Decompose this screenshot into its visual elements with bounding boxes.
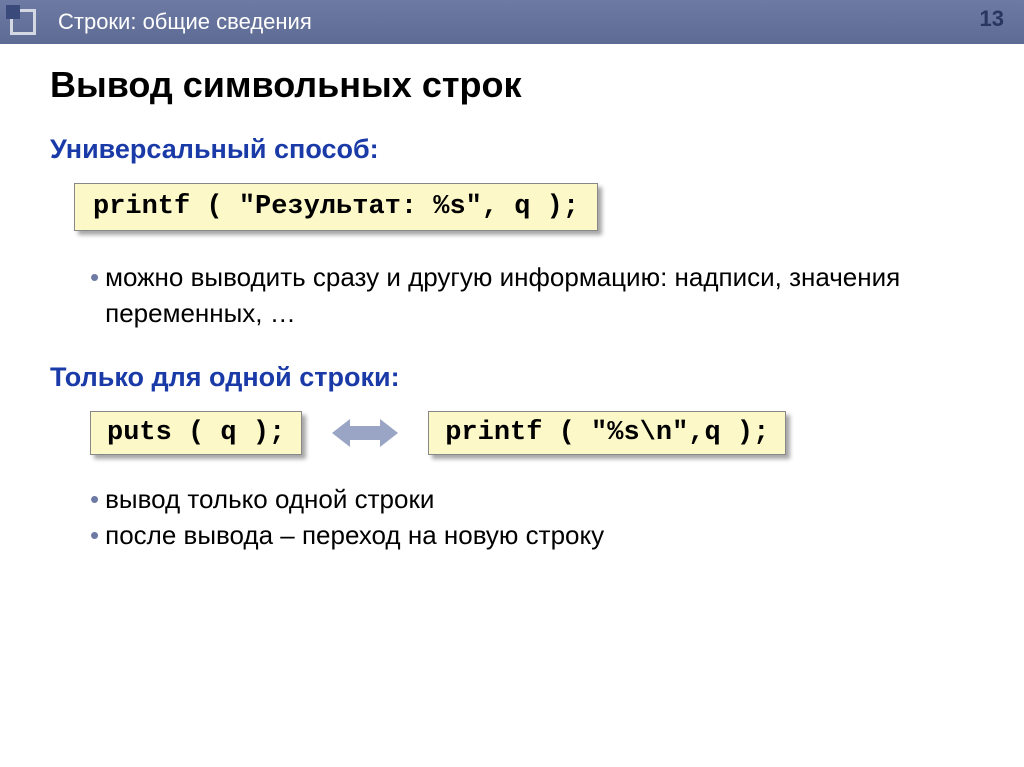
- section1-title: Универсальный способ:: [50, 134, 974, 165]
- list-item: • можно выводить сразу и другую информац…: [90, 259, 974, 332]
- bullet-icon: •: [90, 259, 99, 332]
- slide-header: Строки: общие сведения 13: [0, 0, 1024, 44]
- list-item: • вывод только одной строки: [90, 481, 974, 517]
- code-box-printf: printf ( "Результат: %s", q );: [74, 183, 598, 231]
- page-number: 13: [980, 6, 1004, 32]
- bidirectional-arrow-icon: [332, 419, 398, 447]
- logo-dot-icon: [6, 5, 20, 19]
- slide-content: Вывод символьных строк Универсальный спо…: [0, 44, 1024, 604]
- code-box-puts: puts ( q );: [90, 411, 302, 455]
- logo: [10, 9, 44, 35]
- section1-bullets: • можно выводить сразу и другую информац…: [90, 259, 974, 332]
- section2-title: Только для одной строки:: [50, 362, 974, 393]
- logo-square-icon: [10, 9, 36, 35]
- breadcrumb: Строки: общие сведения: [58, 9, 312, 35]
- code-box-printf-newline: printf ( "%s\n",q );: [428, 411, 786, 455]
- bullet-text: вывод только одной строки: [105, 481, 974, 517]
- section2-bullets: • вывод только одной строки • после выво…: [90, 481, 974, 554]
- page-title: Вывод символьных строк: [50, 64, 974, 106]
- bullet-text: можно выводить сразу и другую информацию…: [105, 259, 974, 332]
- bullet-text: после вывода – переход на новую строку: [105, 517, 974, 553]
- bullet-icon: •: [90, 517, 99, 553]
- bullet-icon: •: [90, 481, 99, 517]
- code-row: puts ( q ); printf ( "%s\n",q );: [90, 411, 974, 455]
- list-item: • после вывода – переход на новую строку: [90, 517, 974, 553]
